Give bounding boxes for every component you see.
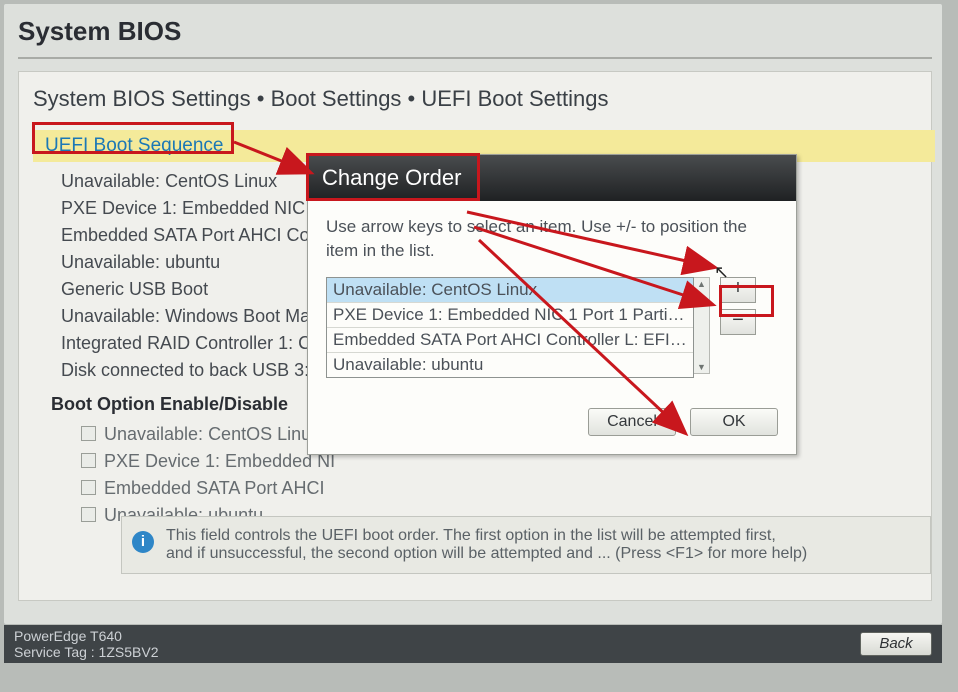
order-item[interactable]: Embedded SATA Port AHCI Controller L: EF…: [327, 328, 693, 353]
info-icon: i: [132, 531, 154, 553]
dialog-instruction: Use arrow keys to select an item. Use +/…: [326, 215, 778, 263]
scrollbar[interactable]: [694, 277, 710, 374]
change-order-dialog: Change Order Use arrow keys to select an…: [307, 154, 797, 455]
service-tag: Service Tag : 1ZS5BV2: [14, 644, 158, 660]
breadcrumb: System BIOS Settings • Boot Settings • U…: [33, 86, 917, 112]
order-item[interactable]: Unavailable: ubuntu: [327, 353, 693, 377]
order-listbox[interactable]: Unavailable: CentOS Linux PXE Device 1: …: [326, 277, 694, 378]
ok-button[interactable]: OK: [690, 408, 778, 436]
order-item[interactable]: Unavailable: CentOS Linux: [327, 278, 693, 303]
system-model: PowerEdge T640: [14, 628, 158, 644]
help-bar: i This field controls the UEFI boot orde…: [121, 516, 931, 574]
main-panel: System BIOS Settings • Boot Settings • U…: [18, 71, 932, 601]
back-button[interactable]: Back: [860, 632, 932, 656]
boot-option-checkbox[interactable]: Embedded SATA Port AHCI: [81, 475, 917, 502]
help-text-line: This field controls the UEFI boot order.…: [166, 527, 916, 545]
order-item[interactable]: PXE Device 1: Embedded NIC 1 Port 1 Part…: [327, 303, 693, 328]
scroll-up-icon[interactable]: [697, 278, 706, 290]
help-text-line: and if unsuccessful, the second option w…: [166, 545, 916, 563]
scroll-down-icon[interactable]: [697, 361, 706, 373]
page-title: System BIOS: [18, 16, 932, 59]
cancel-button[interactable]: Cancel: [588, 408, 676, 436]
move-up-button[interactable]: +: [720, 277, 756, 303]
move-down-button[interactable]: −: [720, 309, 756, 335]
footer-bar: PowerEdge T640 Service Tag : 1ZS5BV2 Bac…: [4, 625, 942, 663]
uefi-boot-sequence-label: UEFI Boot Sequence: [41, 134, 228, 158]
dialog-title: Change Order: [308, 155, 796, 201]
